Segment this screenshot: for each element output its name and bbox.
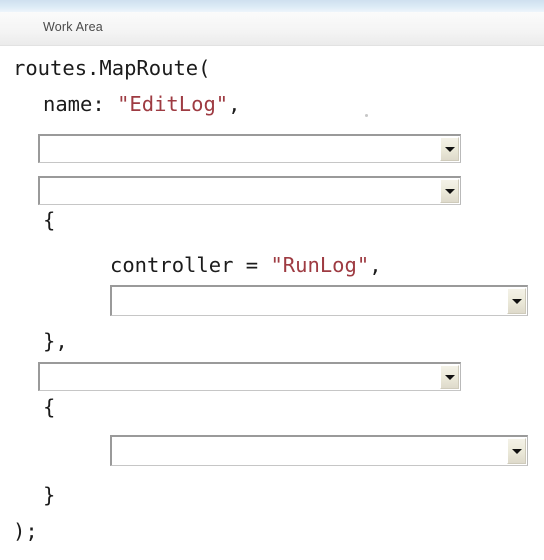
code-line-open-brace-defaults: { bbox=[43, 208, 56, 232]
chevron-down-icon bbox=[444, 374, 455, 380]
code-line-controller-assignment: controller = "RunLog", bbox=[110, 255, 382, 276]
code-token-runlog-string: "RunLog" bbox=[270, 253, 370, 277]
code-token-name-key: name: bbox=[43, 92, 118, 116]
code-token-controller-key: controller = bbox=[110, 253, 271, 277]
code-line-statement-end: ); bbox=[13, 519, 38, 543]
work-area-screen: Work Area routes.MapRoute( name: "EditLo… bbox=[0, 0, 544, 560]
code-canvas: routes.MapRoute( name: "EditLog", { cont… bbox=[0, 46, 544, 560]
code-token-editlog-string: "EditLog" bbox=[117, 92, 229, 116]
chevron-down-icon bbox=[511, 298, 522, 304]
scan-artifact-speck bbox=[365, 114, 368, 117]
code-line-open-brace-constraints: { bbox=[43, 395, 56, 419]
code-line-name-assignment: name: "EditLog", bbox=[43, 94, 241, 115]
dropdown-5-toggle[interactable] bbox=[507, 438, 526, 464]
dropdown-4-toggle[interactable] bbox=[440, 365, 459, 389]
code-token-name-comma: , bbox=[228, 92, 241, 116]
dropdown-1-toggle[interactable] bbox=[440, 137, 459, 161]
chevron-down-icon bbox=[444, 146, 455, 152]
code-line-map-route-open: routes.MapRoute( bbox=[13, 56, 211, 80]
dropdown-5[interactable] bbox=[110, 435, 528, 466]
chevron-down-icon bbox=[511, 448, 522, 454]
code-token-controller-comma: , bbox=[369, 253, 382, 277]
dropdown-1[interactable] bbox=[38, 134, 461, 163]
dropdown-2-toggle[interactable] bbox=[440, 179, 459, 203]
dropdown-3-toggle[interactable] bbox=[507, 288, 526, 314]
dropdown-4[interactable] bbox=[38, 362, 461, 391]
work-area-title: Work Area bbox=[43, 20, 103, 34]
dropdown-3[interactable] bbox=[110, 285, 528, 316]
dropdown-2[interactable] bbox=[38, 176, 461, 205]
window-top-accent-strip bbox=[0, 0, 544, 12]
code-line-close-brace-comma: }, bbox=[43, 329, 68, 353]
code-line-close-brace: } bbox=[43, 483, 56, 507]
chevron-down-icon bbox=[444, 188, 455, 194]
